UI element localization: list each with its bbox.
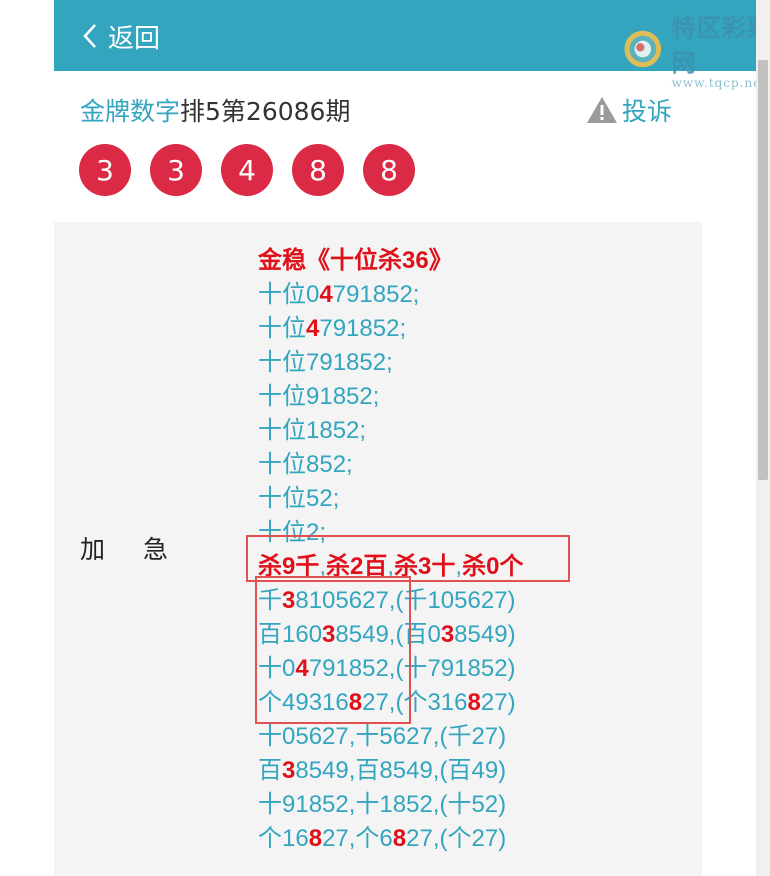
line-text: 十位0 xyxy=(258,281,320,308)
line-text: 百 xyxy=(258,757,282,784)
highlight-text: 8 xyxy=(392,825,407,852)
logo-emblem-icon xyxy=(624,30,662,68)
highlight-text: 8 xyxy=(308,825,323,852)
line-text: 8549,百8549,(百49) xyxy=(295,757,507,784)
line-text: 十位 xyxy=(258,315,306,342)
prediction-line: 十位852; xyxy=(258,448,523,482)
line-text: 27,(个27) xyxy=(406,825,507,852)
back-button[interactable]: 返回 xyxy=(82,16,160,56)
prediction-line: 十位91852; xyxy=(258,380,523,414)
highlight-text: 4 xyxy=(306,315,320,342)
highlight-text: 3 xyxy=(282,757,296,784)
complain-label: 投诉 xyxy=(622,97,673,126)
title-issue: 排5第26086期 xyxy=(180,97,351,126)
line-text: 十位791852; xyxy=(258,349,393,376)
scrollbar-thumb[interactable] xyxy=(758,60,768,480)
highlight-box-positions xyxy=(255,576,411,724)
prediction-line: 十位04791852; xyxy=(258,278,523,312)
line-text: 十位91852; xyxy=(258,383,380,410)
title-source: 金牌数字 xyxy=(80,97,181,126)
highlight-text: 3 xyxy=(440,621,455,648)
complain-button[interactable]: 投诉 xyxy=(586,92,672,128)
back-label: 返回 xyxy=(108,23,161,54)
site-logo: 特区彩票网 www.tqcp.net xyxy=(622,8,770,90)
page-title: 金牌数字排5第26086期 xyxy=(80,92,350,128)
highlight-box-kill xyxy=(246,535,570,582)
line-text: 791852; xyxy=(319,315,407,342)
line-text: 十位1852; xyxy=(258,417,367,444)
prediction-line: 十位791852; xyxy=(258,346,523,380)
result-balls: 3 3 4 8 8 xyxy=(79,144,434,196)
prediction-line: 金稳《十位杀36》 xyxy=(258,244,523,278)
prediction-line: 百38549,百8549,(百49) xyxy=(258,754,523,788)
prediction-line: 个16827,个6827,(个27) xyxy=(258,822,523,856)
line-text: 791852; xyxy=(332,281,420,308)
highlight-text: 8 xyxy=(467,689,481,716)
result-ball: 3 xyxy=(150,144,202,196)
line-text: 个16 xyxy=(258,825,309,852)
chevron-left-icon xyxy=(83,24,96,48)
result-ball: 8 xyxy=(363,144,415,196)
prediction-line: 十91852,十1852,(十52) xyxy=(258,788,523,822)
line-text: 十05627,十5627,(千27) xyxy=(258,723,507,750)
line-text: 27) xyxy=(480,689,516,716)
prediction-line: 十位52; xyxy=(258,482,523,516)
highlight-text: 4 xyxy=(319,281,333,308)
prediction-line: 十位4791852; xyxy=(258,312,523,346)
prediction-line: 十位1852; xyxy=(258,414,523,448)
line-text: 十位52; xyxy=(258,485,340,512)
result-ball: 3 xyxy=(79,144,131,196)
result-ball: 8 xyxy=(292,144,344,196)
result-ball: 4 xyxy=(221,144,273,196)
app-header: 返回 特区彩票网 www.tqcp.net xyxy=(54,0,770,90)
line-text: 十位852; xyxy=(258,451,353,478)
line-text: 8549) xyxy=(454,621,516,648)
line-text: 十91852,十1852,(十52) xyxy=(258,791,507,818)
row-label: 加急 xyxy=(80,535,207,564)
line-text: 27,个6 xyxy=(322,825,393,852)
highlight-text: 金稳《十位杀36》 xyxy=(258,247,453,274)
prediction-line: 十05627,十5627,(千27) xyxy=(258,720,523,754)
warning-icon xyxy=(587,97,617,123)
